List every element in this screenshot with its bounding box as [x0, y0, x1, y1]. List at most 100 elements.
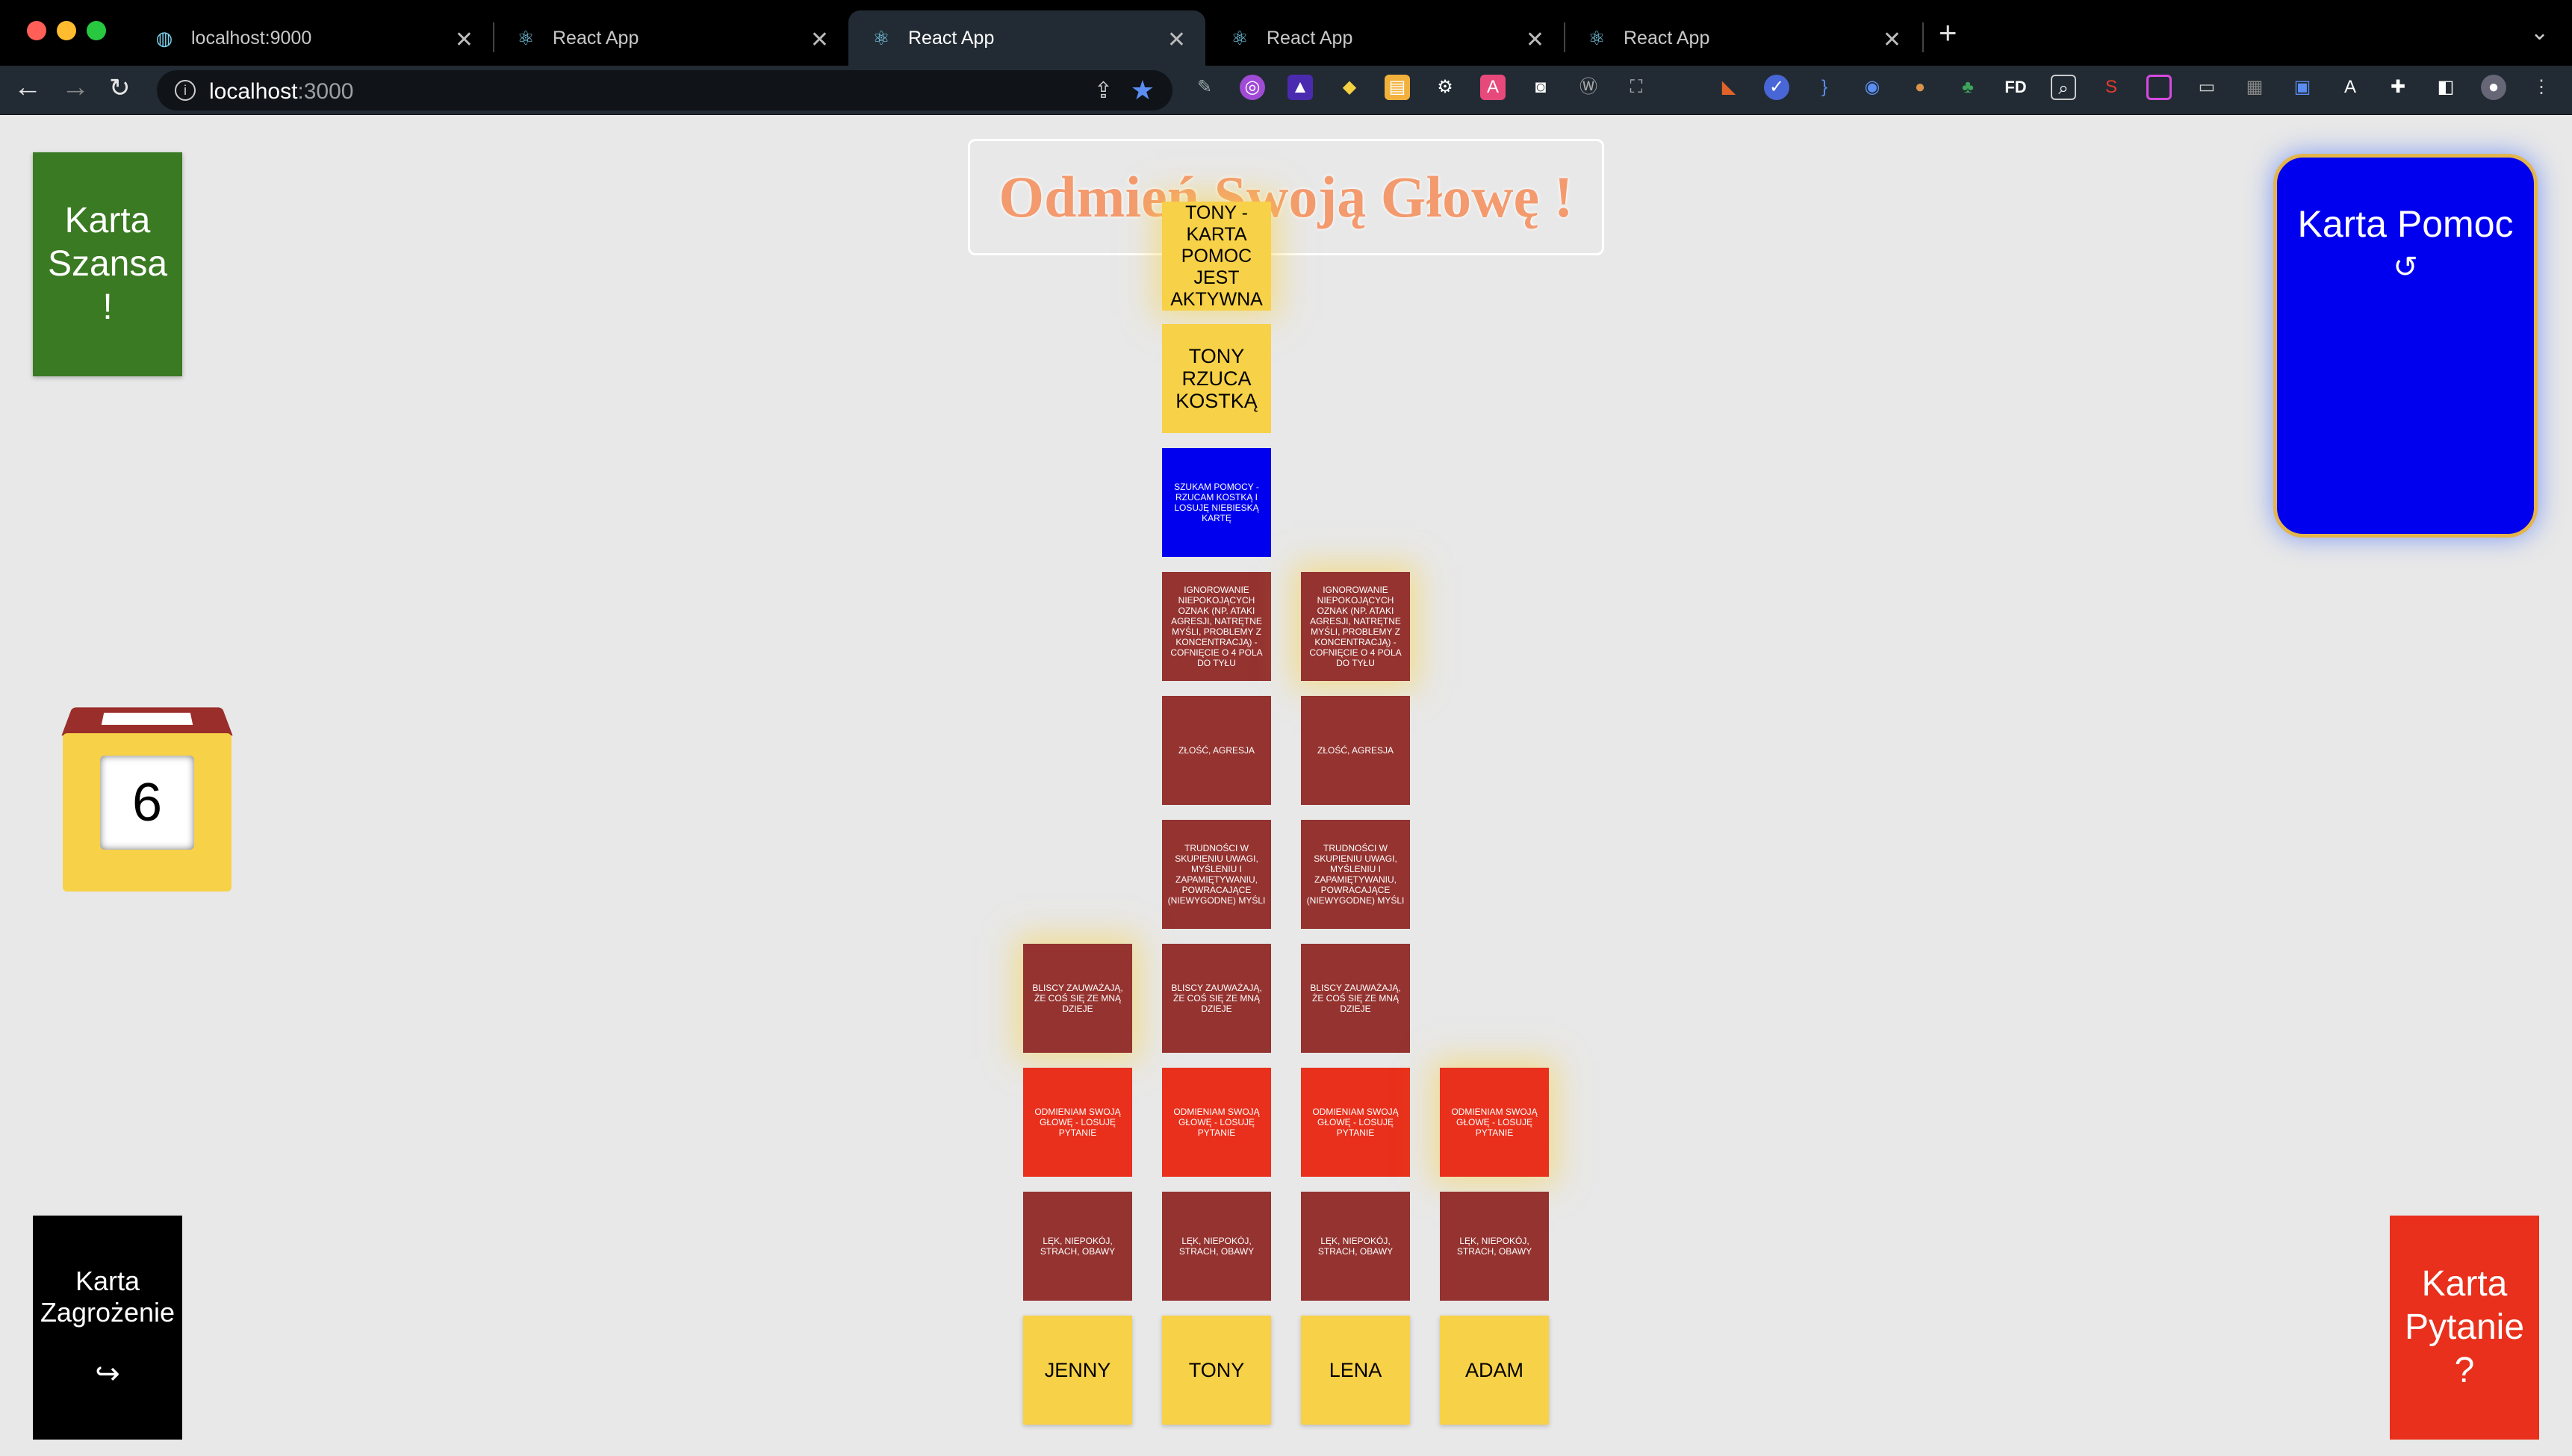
forward-icon[interactable]: →: [61, 72, 90, 104]
eye-icon[interactable]: ◉: [1860, 75, 1885, 100]
chevron-down-icon[interactable]: ⌄: [2530, 19, 2549, 46]
profile-avatar[interactable]: ●: [2481, 75, 2506, 100]
extension-hat-icon[interactable]: ▲: [1287, 75, 1313, 100]
dice-front-face: 6: [63, 733, 232, 892]
question-card[interactable]: Karta Pytanie ?: [2390, 1216, 2539, 1440]
field-fear-tile: LĘK, NIEPOKÓJ, STRACH, OBAWY: [1301, 1192, 1410, 1301]
reload-icon[interactable]: ↻: [109, 73, 131, 103]
android-icon[interactable]: ♣: [1955, 75, 1981, 100]
player-adam-tile[interactable]: ADAM: [1440, 1316, 1549, 1425]
screenshot-icon[interactable]: ⛶: [1624, 75, 1649, 100]
maximize-window-button[interactable]: [87, 21, 106, 40]
extension-font-icon[interactable]: A: [2338, 75, 2363, 100]
player-jenny-tile[interactable]: JENNY: [1023, 1316, 1132, 1425]
close-window-button[interactable]: [27, 21, 46, 40]
close-tab-icon[interactable]: ✕: [1167, 27, 1186, 53]
tab-react-app-3[interactable]: ⚛ React App ✕: [1207, 10, 1564, 66]
extension-browser-icon[interactable]: ▣: [2290, 75, 2315, 100]
globe-icon: ◍: [155, 26, 173, 49]
tab-title: React App: [1267, 27, 1353, 49]
dice[interactable]: 6: [61, 703, 233, 892]
extension-window-icon[interactable]: ▭: [2194, 75, 2220, 100]
extension-doc-icon[interactable]: ▤: [1385, 75, 1410, 100]
tab-react-app-active[interactable]: ⚛ React App ✕: [848, 10, 1205, 66]
tab-react-app-1[interactable]: ⚛ React App ✕: [493, 10, 848, 66]
extension-grid-icon[interactable]: ▦: [2242, 75, 2267, 100]
extension-orange-icon[interactable]: ◣: [1716, 75, 1742, 100]
tab-title: React App: [908, 27, 995, 49]
chance-card[interactable]: Karta Szansa !: [33, 152, 182, 376]
field-ignoring-tile: IGNOROWANIE NIEPOKOJĄCYCH OZNAK (NP. ATA…: [1162, 572, 1271, 681]
tab-react-app-4[interactable]: ⚛ React App ✕: [1564, 10, 1921, 66]
tab-localhost-9000[interactable]: ◍ localhost:9000 ✕: [131, 10, 493, 66]
field-change-mind-tile: ODMIENIAM SWOJĄ GŁOWĘ - LOSUJĘ PYTANIE: [1023, 1068, 1132, 1177]
react-icon: ⚛: [872, 26, 890, 49]
extension-s-icon[interactable]: S: [2099, 75, 2124, 100]
site-info-icon[interactable]: i: [175, 80, 196, 101]
puzzle-icon[interactable]: ✚: [2385, 75, 2411, 100]
question-card-label: Pytanie: [2404, 1307, 2525, 1347]
help-card-label: Karta Pomoc: [2297, 203, 2514, 245]
field-attention-tile: TRUDNOŚCI W SKUPIENIU UWAGI, MYŚLENIU I …: [1162, 820, 1271, 929]
menu-dots-icon[interactable]: ⋮: [2529, 75, 2554, 100]
extension-code-icon[interactable]: }: [1812, 75, 1837, 100]
game-title-box: Odmień Swoją Głowę !: [968, 139, 1604, 255]
chance-card-label: Karta: [64, 201, 151, 240]
redo-arrow-icon: ↪: [95, 1357, 120, 1390]
field-relatives-tile: BLISCY ZAUWAŻAJĄ, ŻE COŚ SIĘ ZE MNĄ DZIE…: [1301, 944, 1410, 1053]
player-lena-tile[interactable]: LENA: [1301, 1316, 1410, 1425]
seeking-help-tile: SZUKAM POMOCY - RZUCAM KOSTKĄ I LOSUJĘ N…: [1162, 448, 1271, 557]
extension-a-icon[interactable]: A: [1480, 75, 1506, 100]
field-anger-tile: ZŁOŚĆ, AGRESJA: [1162, 696, 1271, 805]
player-tony-tile[interactable]: TONY: [1162, 1316, 1271, 1425]
check-icon[interactable]: ✓: [1764, 75, 1789, 100]
react-icon: ⚛: [517, 26, 535, 49]
pen-icon[interactable]: ✎: [1192, 75, 1217, 100]
tab-title: React App: [1624, 27, 1710, 49]
field-attention-tile: TRUDNOŚCI W SKUPIENIU UWAGI, MYŚLENIU I …: [1301, 820, 1410, 929]
tab-title: React App: [553, 27, 639, 49]
field-fear-tile: LĘK, NIEPOKÓJ, STRACH, OBAWY: [1440, 1192, 1549, 1301]
field-anger-tile: ZŁOŚĆ, AGRESJA: [1301, 696, 1410, 805]
game-title: Odmień Swoją Głowę !: [998, 164, 1574, 229]
cookie-icon[interactable]: ●: [1907, 75, 1933, 100]
side-panel-icon[interactable]: ◧: [2433, 75, 2458, 100]
browser-toolbar: ← → ↻ i localhost:3000 ⇪ ★: [0, 66, 2572, 115]
address-bar[interactable]: i localhost:3000 ⇪ ★: [157, 70, 1172, 111]
close-tab-icon[interactable]: ✕: [1526, 27, 1544, 53]
field-change-mind-tile: ODMIENIAM SWOJĄ GŁOWĘ - LOSUJĘ PYTANIE: [1440, 1068, 1549, 1177]
bookmark-star-icon[interactable]: ★: [1131, 75, 1155, 106]
minimize-window-button[interactable]: [57, 21, 76, 40]
dice-top-face: [61, 707, 233, 736]
close-tab-icon[interactable]: ✕: [455, 27, 473, 53]
tab-title: localhost:9000: [191, 27, 312, 49]
field-fear-tile: LĘK, NIEPOKÓJ, STRACH, OBAWY: [1162, 1192, 1271, 1301]
back-icon[interactable]: ←: [13, 72, 42, 104]
field-change-mind-tile: ODMIENIAM SWOJĄ GŁOWĘ - LOSUJĘ PYTANIE: [1162, 1068, 1271, 1177]
wordpress-icon[interactable]: Ⓦ: [1576, 75, 1601, 100]
threat-card[interactable]: Karta Zagrożenie ↪: [33, 1216, 182, 1440]
field-relatives-tile: BLISCY ZAUWAŻAJĄ, ŻE COŚ SIĘ ZE MNĄ DZIE…: [1162, 944, 1271, 1053]
extension-square-icon[interactable]: [2146, 75, 2172, 100]
browser-tab-bar: ◍ localhost:9000 ✕ ⚛ React App ✕ ⚛ React…: [0, 0, 2572, 66]
chance-card-label: Szansa: [47, 244, 168, 284]
new-tab-icon[interactable]: +: [1939, 15, 1957, 51]
close-tab-icon[interactable]: ✕: [810, 27, 829, 53]
camera-icon[interactable]: ◙: [1528, 75, 1553, 100]
python-icon[interactable]: ◆: [1337, 75, 1362, 100]
share-icon[interactable]: ⇪: [1094, 78, 1113, 104]
extension-fd-icon[interactable]: FD: [2003, 75, 2028, 100]
chance-card-symbol: !: [102, 287, 113, 327]
dice-value: 6: [100, 756, 194, 850]
extension-search-icon[interactable]: ⌕: [2051, 75, 2076, 100]
field-ignoring-tile: IGNOROWANIE NIEPOKOJĄCYCH OZNAK (NP. ATA…: [1301, 572, 1410, 681]
status-rolling-tile: TONY RZUCA KOSTKĄ: [1162, 324, 1271, 433]
react-icon: ⚛: [1588, 26, 1606, 49]
rotate-icon: ↺: [2393, 251, 2418, 284]
extension-purple-icon[interactable]: ◎: [1240, 75, 1265, 100]
help-card[interactable]: Karta Pomoc ↺: [2273, 154, 2538, 538]
gear-extension-icon[interactable]: ⚙: [1432, 75, 1458, 100]
field-fear-tile: LĘK, NIEPOKÓJ, STRACH, OBAWY: [1023, 1192, 1132, 1301]
close-tab-icon[interactable]: ✕: [1883, 27, 1901, 53]
url-text: localhost:3000: [209, 79, 354, 104]
